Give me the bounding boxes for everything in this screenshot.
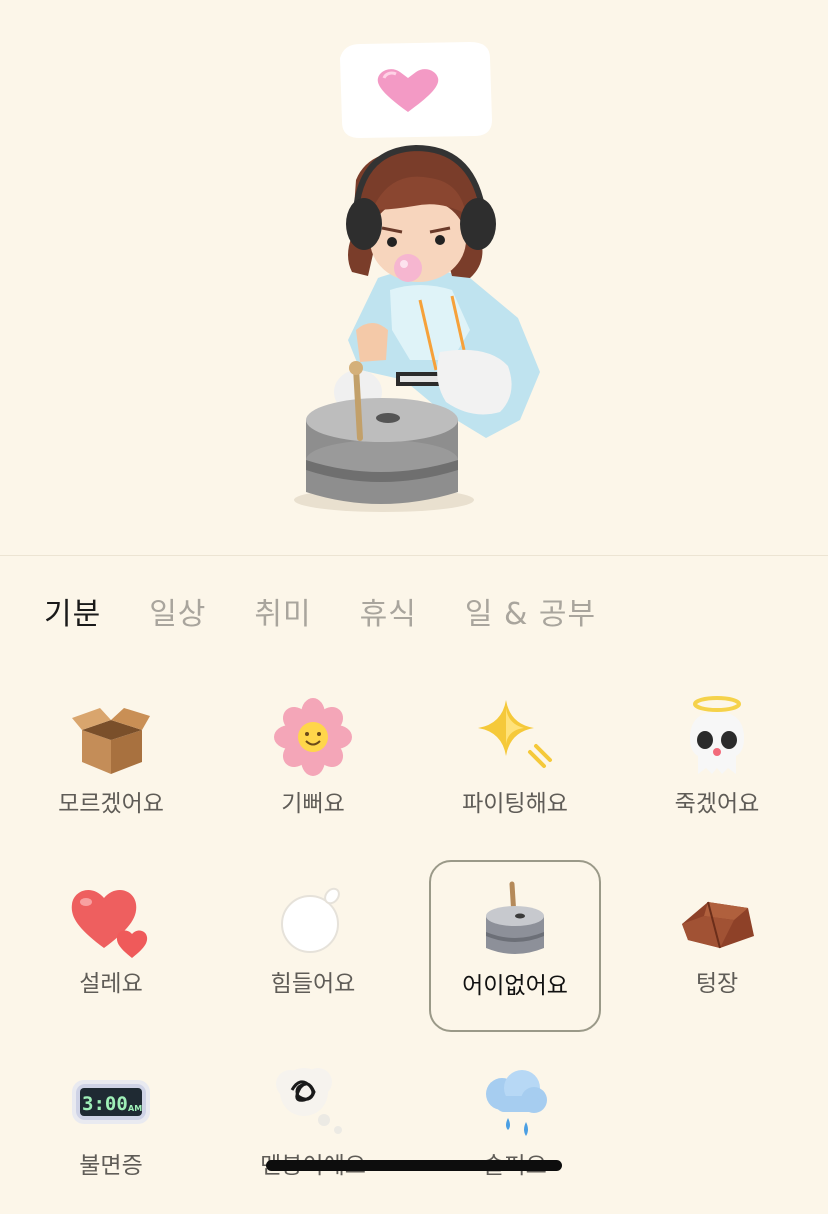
mood-item-sad[interactable]: 슬퍼요 [429, 1042, 601, 1214]
open-box-icon [72, 708, 150, 774]
mood-item-dying[interactable]: 죽겠어요 [631, 680, 803, 852]
mood-label: 파이팅해요 [462, 791, 568, 817]
mood-label: 죽겠어요 [674, 791, 760, 817]
rain-cloud-icon [486, 1070, 547, 1136]
hearts-icon [71, 890, 148, 958]
mood-label: 기뻐요 [281, 791, 345, 817]
tab-rest[interactable]: 휴식 [360, 592, 417, 638]
tab-mood[interactable]: 기분 [44, 592, 101, 638]
mood-item-dont-know[interactable]: 모르겠어요 [25, 680, 197, 852]
clock-time: 3:00 [82, 1093, 128, 1115]
mood-item-tough[interactable]: 힘들어요 [227, 860, 399, 1032]
mood-label: 모르겠어요 [58, 791, 164, 817]
mood-item-happy[interactable]: 기뻐요 [227, 680, 399, 852]
mood-item-flutter[interactable]: 설레요 [25, 860, 197, 1032]
category-tabs: 기분 일상 취미 휴식 일 & 공부 [44, 592, 596, 638]
tab-work-study[interactable]: 일 & 공부 [465, 592, 596, 638]
section-divider [0, 555, 828, 556]
mood-item-absurd[interactable]: 어이없어요 [429, 860, 601, 1032]
avatar-scene [294, 42, 540, 512]
bubble-icon [281, 887, 340, 953]
avatar-character [334, 144, 540, 438]
avatar-stage [0, 0, 828, 555]
mood-item-insomnia[interactable]: 3:00 AM 불면증 [25, 1042, 197, 1214]
home-indicator[interactable] [266, 1160, 562, 1171]
mood-label: 설레요 [79, 971, 143, 997]
alarm-clock-icon: 3:00 AM [72, 1080, 150, 1124]
clock-suffix: AM [128, 1104, 142, 1113]
speech-bubble [340, 42, 492, 138]
mood-item-empty-account[interactable]: 텅장 [631, 860, 803, 1032]
mood-label: 텅장 [695, 971, 739, 997]
scribble-thought-icon [276, 1068, 342, 1134]
tab-daily[interactable]: 일상 [149, 592, 206, 638]
mood-item-mental-breakdown[interactable]: 멘붕이에요 [227, 1042, 399, 1214]
sparkle-star-icon [478, 700, 552, 768]
smiling-flower-icon [274, 698, 352, 776]
mood-label: 불면증 [79, 1153, 143, 1179]
tab-hobby[interactable]: 취미 [254, 592, 311, 638]
angel-skull-icon [690, 696, 744, 774]
mood-label: 어이없어요 [462, 973, 568, 999]
empty-wallet-icon [682, 901, 754, 949]
mood-item-fighting[interactable]: 파이팅해요 [429, 680, 601, 852]
millstone-icon [486, 881, 544, 954]
mood-label: 힘들어요 [270, 971, 356, 997]
